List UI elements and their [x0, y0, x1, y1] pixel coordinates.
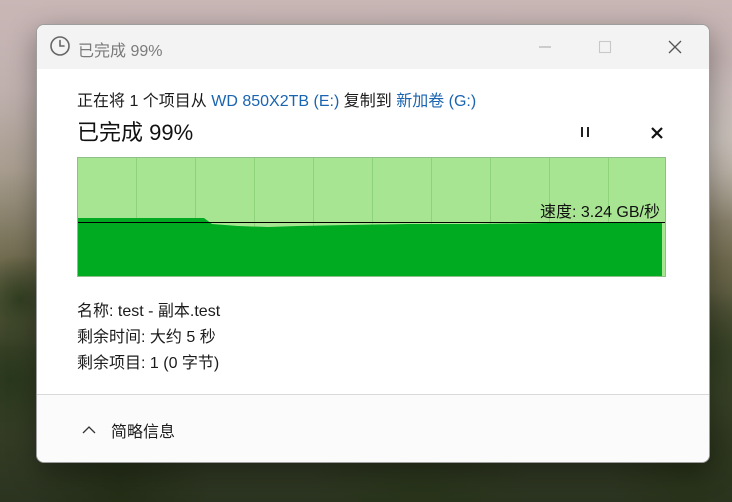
file-name-value: test - 副本.test: [117, 303, 221, 320]
copy-details: 名称: test - 副本.test 剩余时间: 大约 5 秒 剩余项目: 1 …: [77, 297, 220, 375]
source-location-link[interactable]: WD 850X2TB (E:): [211, 93, 339, 110]
copy-prefix-text: 正在将 1 个项目从: [77, 93, 212, 110]
dialog-footer: 简略信息: [37, 395, 709, 462]
copy-middle-text: 复制到: [339, 93, 397, 110]
time-remaining-label: 剩余时间:: [77, 329, 150, 346]
minimize-icon: [539, 46, 551, 48]
less-info-label: 简略信息: [111, 424, 176, 441]
pause-icon: [581, 127, 589, 137]
destination-location-link[interactable]: 新加卷 (G:): [396, 93, 476, 110]
time-remaining-value: 大约 5 秒: [149, 329, 216, 346]
copy-description: 正在将 1 个项目从 WD 850X2TB (E:) 复制到 新加卷 (G:): [77, 87, 476, 111]
close-icon: [668, 40, 682, 54]
speed-label: 速度: 3.24 GB/秒: [539, 204, 660, 221]
transfer-speed-area: [78, 218, 662, 276]
transfer-speed-graph: 速度: 3.24 GB/秒: [77, 157, 666, 277]
title-bar[interactable]: 已完成 99%: [37, 25, 709, 69]
progress-status: 已完成 99%: [77, 120, 194, 145]
maximize-icon: [598, 40, 612, 54]
file-copy-dialog: 已完成 99% 正在将 1 个项目从 WD 850X2TB (E:) 复制到 新…: [36, 24, 710, 463]
chevron-up-icon: [82, 426, 96, 434]
minimize-button[interactable]: [515, 25, 575, 69]
cancel-copy-button[interactable]: [642, 118, 672, 148]
file-name-row: 名称: test - 副本.test: [77, 297, 220, 323]
file-name-label: 名称:: [77, 303, 118, 320]
cancel-icon: [651, 127, 663, 139]
time-remaining-row: 剩余时间: 大约 5 秒: [77, 323, 220, 349]
pause-button[interactable]: [570, 118, 600, 148]
window-title: 已完成 99%: [78, 43, 163, 60]
less-info-toggle[interactable]: 简略信息: [81, 417, 175, 443]
items-remaining-label: 剩余项目:: [77, 355, 150, 372]
items-remaining-row: 剩余项目: 1 (0 字节): [77, 349, 220, 375]
items-remaining-value: 1 (0 字节): [149, 355, 220, 372]
clock-icon: [49, 35, 71, 57]
close-button[interactable]: [645, 25, 705, 69]
maximize-button[interactable]: [575, 25, 635, 69]
